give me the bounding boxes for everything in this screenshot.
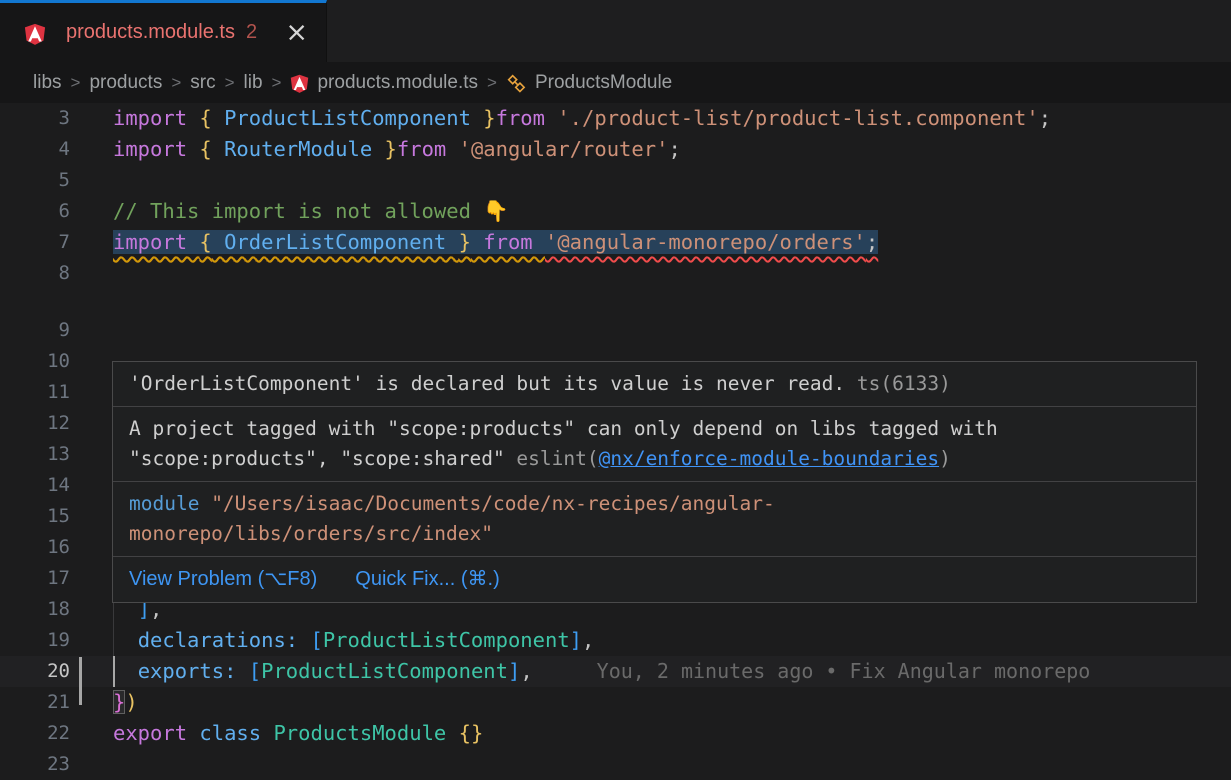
line-number[interactable]: 21 [0, 687, 70, 718]
line-number[interactable]: 11 [0, 377, 70, 408]
error-code: ts(6133) [857, 372, 951, 395]
code-line[interactable]: 8 [0, 258, 1231, 315]
code-content: // This import is not allowed 👇 [113, 196, 509, 227]
chevron-right-icon: > [225, 73, 235, 93]
code-line[interactable]: 3 import { ProductListComponent }from './… [0, 103, 1231, 134]
breadcrumb-item-libs[interactable]: libs [33, 72, 62, 94]
line-number[interactable]: 3 [0, 103, 70, 134]
line-number[interactable]: 8 [0, 258, 70, 315]
tab-products-module[interactable]: products.module.ts 2 × [0, 0, 327, 62]
code-content: exports: [ProductListComponent],You, 2 m… [113, 656, 1090, 687]
selected-error-line: import { OrderListComponent } from '@ang… [113, 230, 878, 254]
breadcrumb-item-file[interactable]: products.module.ts [317, 72, 478, 94]
line-number[interactable]: 16 [0, 532, 70, 563]
code-line[interactable]: 9 [0, 315, 1231, 346]
line-number[interactable]: 13 [0, 439, 70, 470]
code-content: import { OrderListComponent } from '@ang… [113, 227, 878, 258]
class-symbol-icon [506, 73, 527, 94]
code-line[interactable]: 7 import { OrderListComponent } from '@an… [0, 227, 1231, 258]
module-path: "/Users/isaac/Documents/code/nx-recipes/… [129, 492, 775, 545]
eslint-rule-prefix: eslint( [516, 447, 598, 470]
editor: 3 import { ProductListComponent }from './… [0, 103, 1231, 780]
line-number[interactable]: 15 [0, 501, 70, 532]
git-blame-annotation: You, 2 minutes ago • Fix Angular monorep… [597, 659, 1091, 683]
code-line[interactable]: 20 exports: [ProductListComponent],You, … [0, 656, 1231, 687]
code-content: import { ProductListComponent }from './p… [113, 103, 1051, 134]
line-number[interactable]: 7 [0, 227, 70, 258]
code-content: export class ProductsModule {} [113, 718, 483, 749]
angular-icon [290, 74, 309, 93]
eslint-rule-suffix: ) [939, 447, 951, 470]
line-number[interactable]: 19 [0, 625, 70, 656]
chevron-right-icon: > [487, 73, 497, 93]
line-number[interactable]: 14 [0, 470, 70, 501]
tab-bar: products.module.ts 2 × [0, 0, 1231, 62]
ts-error-message: 'OrderListComponent' is declared but its… [113, 362, 1196, 406]
code-line[interactable]: 4 import { RouterModule }from '@angular/r… [0, 134, 1231, 165]
vscode-window: products.module.ts 2 × libs > products >… [0, 0, 1231, 780]
close-icon[interactable]: × [285, 19, 308, 46]
line-number[interactable]: 5 [0, 165, 70, 196]
angular-icon [24, 23, 46, 45]
chevron-right-icon: > [272, 73, 282, 93]
code-content: import { RouterModule }from '@angular/ro… [113, 134, 681, 165]
error-text: 'OrderListComponent' is declared but its… [129, 372, 857, 395]
chevron-right-icon: > [71, 73, 81, 93]
tab-dirty-count: 2 [246, 21, 257, 44]
line-number[interactable]: 22 [0, 718, 70, 749]
code-line[interactable]: 23 [0, 749, 1231, 780]
popup-action-bar: View Problem (⌥F8) Quick Fix... (⌘.) [113, 556, 1196, 602]
line-number[interactable]: 20 [0, 656, 70, 687]
line-number[interactable]: 23 [0, 749, 70, 780]
view-problem-link[interactable]: View Problem (⌥F8) [129, 566, 317, 593]
line-number[interactable]: 18 [0, 594, 70, 625]
code-line[interactable]: 19 declarations: [ProductListComponent], [0, 625, 1231, 656]
chevron-right-icon: > [171, 73, 181, 93]
line-number[interactable]: 12 [0, 408, 70, 439]
tab-label: products.module.ts [66, 21, 235, 44]
breadcrumb-item-lib[interactable]: lib [244, 72, 263, 94]
eslint-rule-link[interactable]: @nx/enforce-module-boundaries [599, 447, 939, 470]
breadcrumb-item-products[interactable]: products [89, 72, 162, 94]
code-line[interactable]: 6 // This import is not allowed 👇 [0, 196, 1231, 227]
module-path-info: module "/Users/isaac/Documents/code/nx-r… [113, 481, 1196, 556]
indent-guide [113, 656, 115, 687]
breadcrumb-item-symbol[interactable]: ProductsModule [535, 72, 672, 94]
breadcrumb-item-src[interactable]: src [190, 72, 215, 94]
quick-fix-link[interactable]: Quick Fix... (⌘.) [355, 566, 499, 593]
code-line[interactable]: 5 [0, 165, 1231, 196]
code-line[interactable]: 22 export class ProductsModule {} [0, 718, 1231, 749]
code-content: declarations: [ProductListComponent], [113, 625, 594, 656]
line-number[interactable]: 17 [0, 563, 70, 594]
eslint-error-message: A project tagged with "scope:products" c… [113, 406, 1196, 481]
code-content: }) [113, 687, 138, 718]
line-number[interactable]: 9 [0, 315, 70, 346]
problem-hover-popup: 'OrderListComponent' is declared but its… [112, 361, 1197, 603]
module-keyword: module [129, 492, 199, 515]
line-number[interactable]: 6 [0, 196, 70, 227]
breadcrumb: libs > products > src > lib > products.m… [0, 62, 1231, 103]
line-number[interactable]: 10 [0, 346, 70, 377]
line-number[interactable]: 4 [0, 134, 70, 165]
code-line[interactable]: 21}) [0, 687, 1231, 718]
indent-guide [113, 625, 114, 656]
